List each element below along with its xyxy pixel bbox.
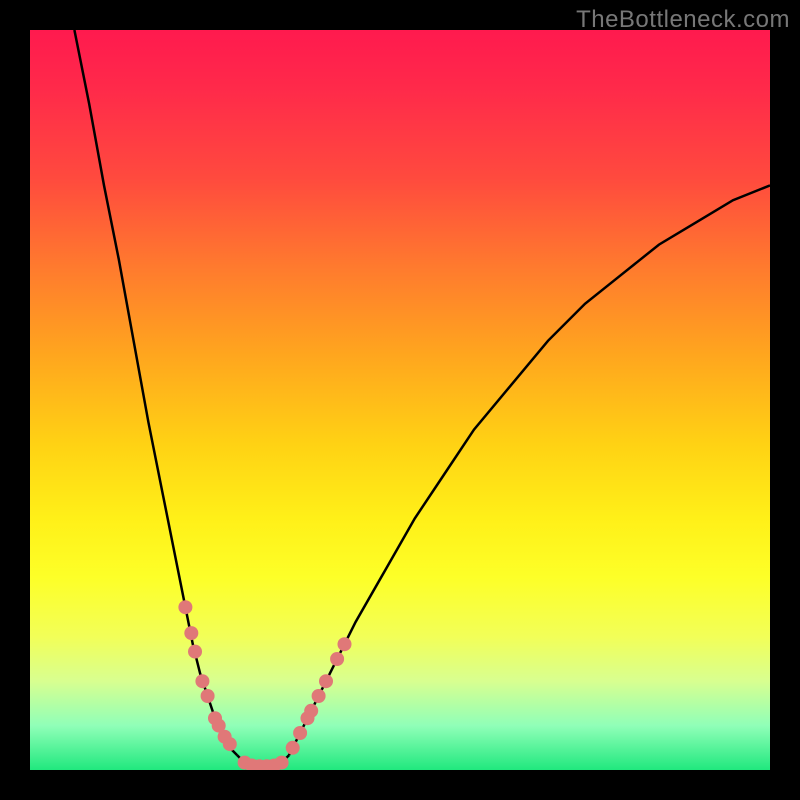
data-marker xyxy=(338,637,352,651)
chart-plot-area xyxy=(30,30,770,770)
data-marker xyxy=(286,741,300,755)
marker-group xyxy=(178,600,351,770)
data-marker xyxy=(184,626,198,640)
chart-svg xyxy=(30,30,770,770)
curve-left-branch xyxy=(74,30,237,755)
data-marker xyxy=(330,652,344,666)
curve-right-branch xyxy=(289,185,770,755)
data-marker xyxy=(293,726,307,740)
data-marker xyxy=(201,689,215,703)
data-marker xyxy=(195,674,209,688)
data-marker xyxy=(312,689,326,703)
watermark-text: TheBottleneck.com xyxy=(576,6,790,34)
data-marker xyxy=(304,704,318,718)
data-marker xyxy=(275,756,289,770)
data-marker xyxy=(319,674,333,688)
data-marker xyxy=(188,645,202,659)
data-marker xyxy=(178,600,192,614)
data-marker xyxy=(223,737,237,751)
